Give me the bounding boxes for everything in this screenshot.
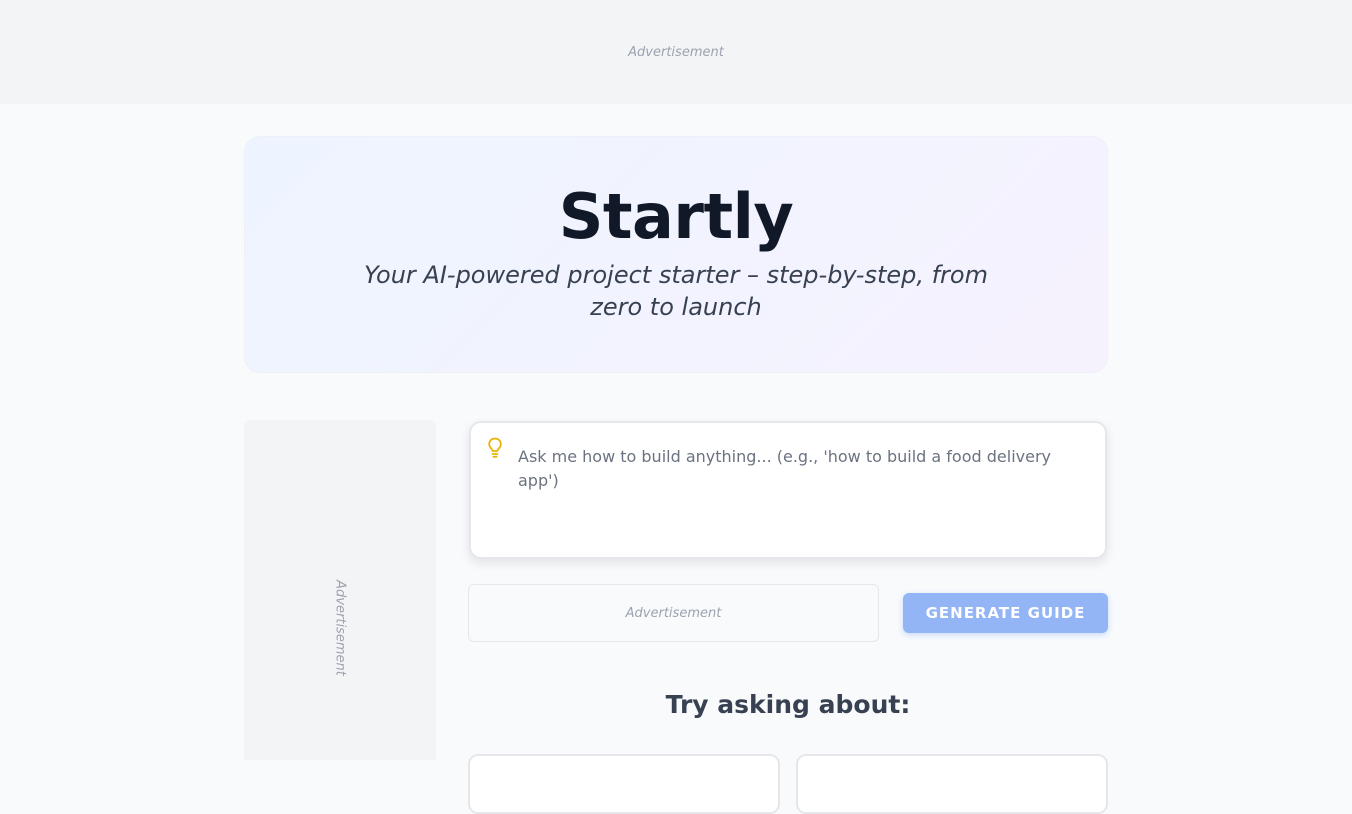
- lightbulb-icon: [486, 436, 504, 460]
- top-advertisement-banner[interactable]: Advertisement: [0, 0, 1352, 104]
- sidebar-advertisement[interactable]: Advertisement: [244, 420, 436, 760]
- advertisement-label: Advertisement: [332, 580, 348, 676]
- generate-guide-button[interactable]: GENERATE GUIDE: [903, 593, 1108, 633]
- suggestion-card[interactable]: [468, 754, 780, 814]
- hero-banner: Startly Your AI-powered project starter …: [244, 136, 1108, 373]
- advertisement-label: Advertisement: [628, 44, 724, 60]
- inline-advertisement[interactable]: Advertisement: [468, 584, 879, 642]
- suggestion-card[interactable]: [796, 754, 1108, 814]
- prompt-box: [469, 421, 1107, 559]
- app-tagline: Your AI-powered project starter – step-b…: [364, 261, 988, 321]
- advertisement-label: Advertisement: [625, 605, 722, 621]
- app-title: Startly: [558, 180, 794, 253]
- project-prompt-input[interactable]: [518, 445, 1078, 541]
- suggestions-heading: Try asking about:: [665, 690, 911, 719]
